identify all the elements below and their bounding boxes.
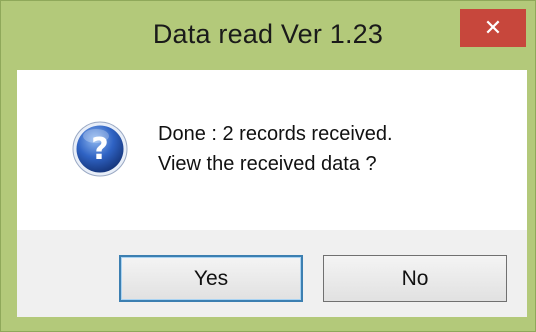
dialog-window: Data read Ver 1.23 ✕ ? Done : 2 records …	[0, 0, 536, 332]
message-area: ? Done : 2 records received. View the re…	[17, 70, 527, 230]
message-line-1: Done : 2 records received.	[158, 123, 393, 145]
no-button[interactable]: No	[323, 255, 507, 302]
close-button[interactable]: ✕	[460, 9, 526, 47]
svg-text:?: ?	[91, 132, 108, 167]
title-bar[interactable]: Data read Ver 1.23 ✕	[1, 1, 535, 69]
message-text: Done : 2 records received. View the rece…	[158, 119, 393, 179]
close-icon: ✕	[483, 15, 503, 40]
question-icon: ?	[72, 121, 128, 177]
yes-button-label: Yes	[193, 266, 229, 290]
button-bar: Yes No	[17, 230, 527, 317]
message-line-2: View the received data ?	[158, 153, 377, 175]
no-button-label: No	[401, 266, 429, 290]
yes-button[interactable]: Yes	[119, 255, 303, 302]
window-title: Data read Ver 1.23	[152, 19, 384, 49]
